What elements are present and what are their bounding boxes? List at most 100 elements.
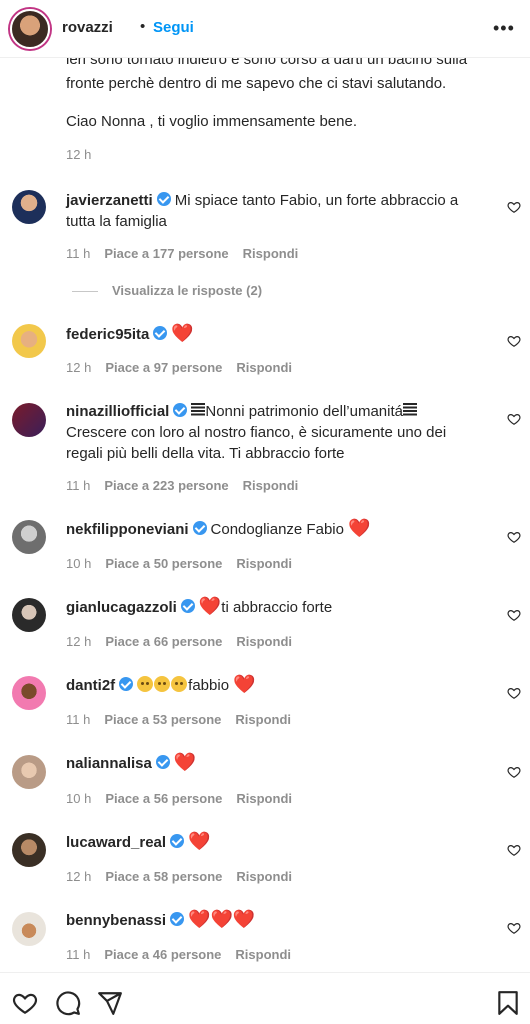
verified-badge-icon [170,834,185,848]
comment-time: 10 h [66,556,92,571]
comment-likes-link[interactable]: Piace a 46 persone [104,947,221,962]
comment-time: 11 h [66,478,91,493]
divider [72,291,98,293]
author-avatar[interactable] [10,9,50,49]
view-replies-label: Visualizza le risposte (2) [112,283,263,298]
like-heart-icon[interactable] [507,765,521,779]
caption: ieri sono tornato indietro e sono corso … [66,58,486,176]
bookmark-icon[interactable] [495,990,521,1016]
commenter-avatar[interactable] [12,190,46,224]
reply-button[interactable]: Rispondi [243,478,299,493]
like-heart-icon[interactable] [507,843,521,857]
like-heart-icon[interactable] [507,608,521,622]
comment-body: javierzanetti Mi spiace tanto Fabio, un f… [66,190,476,232]
comment-body: nekfilipponeviani Condoglianze Fabio ❤️ [66,519,476,540]
commenter-avatar[interactable] [12,520,46,554]
reply-button[interactable]: Rispondi [236,869,292,884]
comment-time: 10 h [66,791,92,806]
like-heart-icon[interactable] [507,921,521,935]
comment-text: ti abbraccio forte [221,599,333,616]
like-heart-icon[interactable] [507,530,521,544]
reply-button[interactable]: Rispondi [236,360,292,375]
comment-body: ninazilliofficial Nonni patrimonio dell’u… [66,401,476,464]
commenter-username[interactable]: lucaward_real [66,834,166,851]
heart-emoji: ❤️ [188,831,211,851]
caption-line: fronte perchè dentro di me sapevo che ci… [66,75,447,92]
commenter-avatar[interactable] [12,755,46,789]
author-username[interactable]: rovazzi [62,19,113,36]
commenter-username[interactable]: nekfilipponeviani [66,521,189,538]
commenter-username[interactable]: ninazilliofficial [66,403,169,420]
commenter-avatar[interactable] [12,912,46,946]
commenter-username[interactable]: naliannalisa [66,755,152,772]
comment-likes-link[interactable]: Piace a 66 persone [105,634,222,649]
comment-time: 12 h [66,360,92,375]
comment-text: Crescere con loro al nostro fianco, è si… [66,424,447,441]
reply-button[interactable]: Rispondi [235,712,291,727]
heart-emoji: ❤️ [173,752,197,772]
heart-emoji: ❤️ [233,674,256,694]
commenter-avatar[interactable] [12,833,46,867]
comment-body: lucaward_real ❤️ [66,832,476,853]
separator-dot: • [140,18,146,35]
reply-button[interactable]: Rispondi [235,947,291,962]
commenter-avatar[interactable] [12,324,46,358]
reply-button[interactable]: Rispondi [236,791,292,806]
comment-meta: 12 h Piace a 97 persone Rispondi [66,360,292,375]
heart-emoji: ❤️ [198,596,222,616]
comment-meta: 11 h Piace a 223 persone Rispondi [66,478,298,493]
comment-likes-link[interactable]: Piace a 97 persone [105,360,222,375]
reply-button[interactable]: Rispondi [243,246,299,261]
comment-likes-link[interactable]: Piace a 223 persone [104,478,228,493]
comment-text: tutta la famiglia [66,213,167,230]
comment-time: 12 h [66,634,92,649]
heart-icon[interactable] [12,990,38,1016]
send-icon[interactable] [97,990,123,1016]
caption-time: 12 h [66,147,92,162]
commenter-avatar[interactable] [12,598,46,632]
comment-text: regali più belli della vita. Ti abbracci… [66,445,345,462]
comment-likes-link[interactable]: Piace a 56 persone [105,791,222,806]
commenter-username[interactable]: bennybenassi [66,912,166,929]
like-heart-icon[interactable] [507,200,521,214]
comment-text: fabbio [188,677,234,694]
more-options-icon[interactable]: ••• [493,18,515,39]
comment-text: Mi spiace tanto Fabio, un forte abbracci… [174,192,459,209]
heart-emoji: ❤️❤️❤️ [188,909,256,929]
bars-emoji-icon [402,403,417,417]
comment-likes-link[interactable]: Piace a 53 persone [104,712,221,727]
commenter-avatar[interactable] [12,403,46,437]
comment-meta: 12 h Piace a 58 persone Rispondi [66,869,292,884]
comment-body: bennybenassi ❤️❤️❤️ [66,910,476,931]
crying-face-icon [137,676,154,692]
commenter-username[interactable]: gianlucagazzoli [66,599,177,616]
commenter-username[interactable]: danti2f [66,677,115,694]
commenter-username[interactable]: federic95ita [66,326,149,343]
reply-button[interactable]: Rispondi [236,556,292,571]
post-header: rovazzi • Segui ••• [0,0,530,58]
commenter-avatar[interactable] [12,676,46,710]
commenter-username[interactable]: javierzanetti [66,192,153,209]
comment-text: Nonni patrimonio dell’umanitá [205,403,403,420]
comment-likes-link[interactable]: Piace a 58 persone [105,869,222,884]
comment-icon[interactable] [55,990,81,1016]
verified-badge-icon [173,403,188,417]
comment-body: gianlucagazzoli ❤️ti abbraccio forte [66,597,476,618]
heart-emoji: ❤️ [171,323,194,343]
crying-face-icon [154,676,171,692]
caption-line: ieri sono tornato indietro e sono corso … [66,58,468,68]
verified-badge-icon [156,192,171,206]
reply-button[interactable]: Rispondi [236,634,292,649]
comment-meta: 11 h Piace a 53 persone Rispondi [66,712,291,727]
comment-meta: 10 h Piace a 50 persone Rispondi [66,556,292,571]
like-heart-icon[interactable] [507,334,521,348]
crying-face-icon [171,676,188,692]
like-heart-icon[interactable] [507,412,521,426]
follow-button[interactable]: Segui [153,19,194,36]
view-replies-button[interactable]: Visualizza le risposte (2) [72,283,262,298]
comment-likes-link[interactable]: Piace a 177 persone [104,246,228,261]
verified-badge-icon [170,912,185,926]
like-heart-icon[interactable] [507,686,521,700]
comment-likes-link[interactable]: Piace a 50 persone [105,556,222,571]
comment-time: 11 h [66,712,91,727]
